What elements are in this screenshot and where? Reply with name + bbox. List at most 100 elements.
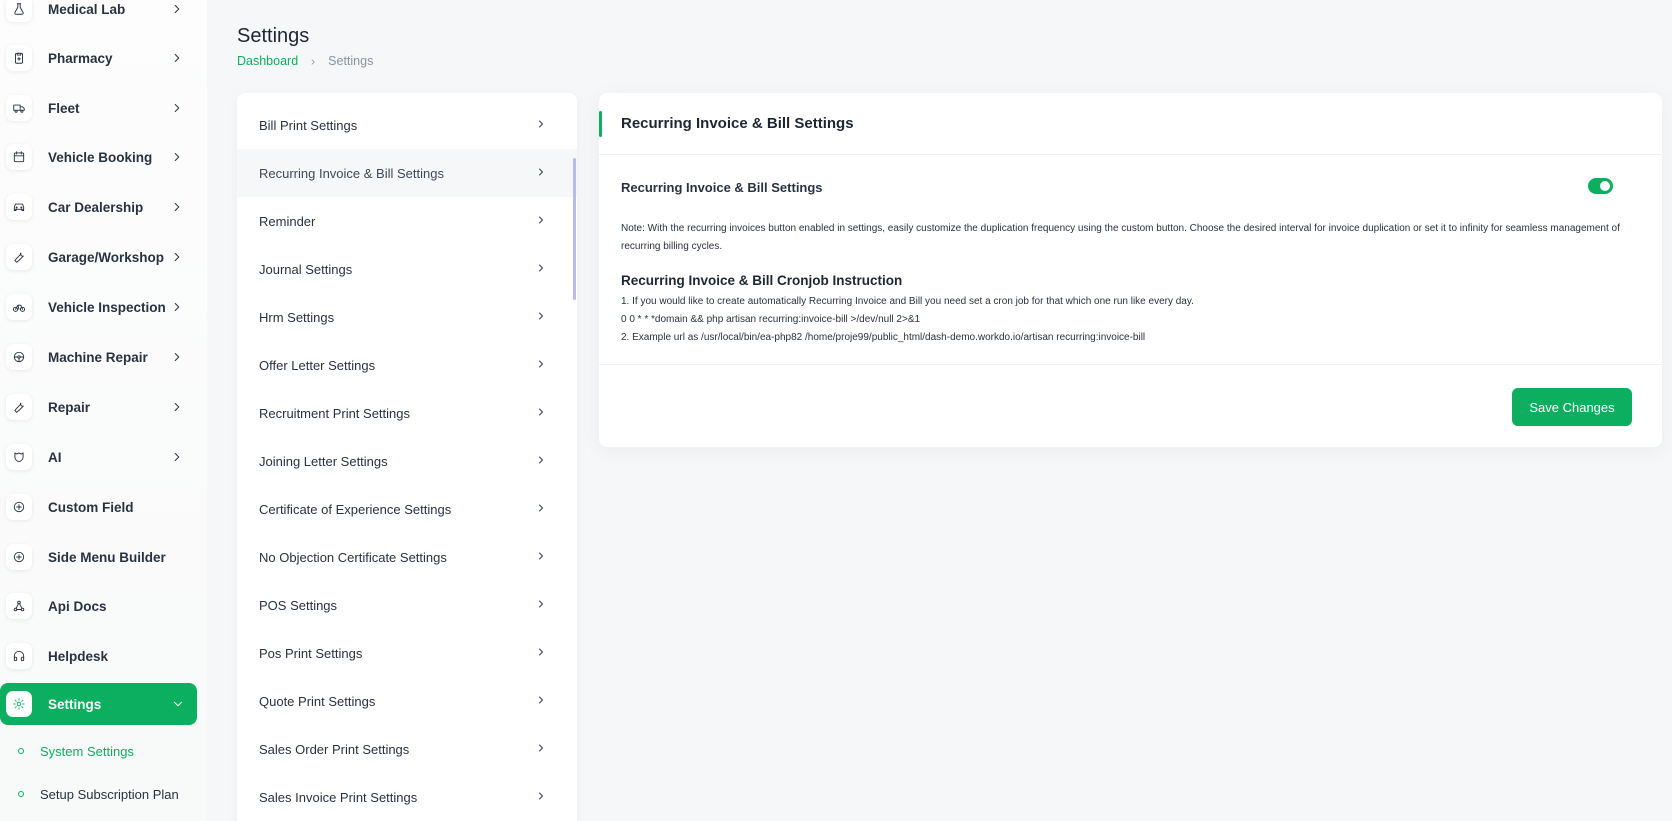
settings-item-journal[interactable]: Journal Settings <box>237 245 577 293</box>
settings-item-sales-invoice-print[interactable]: Sales Invoice Print Settings <box>237 773 577 821</box>
chevron-right-icon <box>535 598 547 613</box>
sidebar-item-side-menu-builder[interactable]: Side Menu Builder <box>6 536 196 578</box>
settings-item-label: POS Settings <box>259 597 338 613</box>
settings-item-certificate-of-experience[interactable]: Certificate of Experience Settings <box>237 485 577 533</box>
sidebar-item-helpdesk[interactable]: Helpdesk <box>6 635 196 677</box>
sidebar-item-medical-lab[interactable]: Medical Lab <box>6 0 196 30</box>
settings-item-label: Quote Print Settings <box>259 693 376 709</box>
settings-item-hrm[interactable]: Hrm Settings <box>237 293 577 341</box>
car-icon <box>6 194 32 220</box>
settings-menu: Bill Print Settings Recurring Invoice & … <box>237 93 577 821</box>
toggle-knob <box>1600 181 1610 191</box>
chevron-right-icon <box>308 56 318 66</box>
clipboard-icon <box>6 45 32 71</box>
recurring-toggle[interactable] <box>1588 178 1613 194</box>
settings-item-label: No Objection Certificate Settings <box>259 549 447 565</box>
settings-item-pos-print[interactable]: Pos Print Settings <box>237 629 577 677</box>
sidebar-item-api-docs[interactable]: Api Docs <box>6 585 196 627</box>
tool-icon <box>6 394 32 420</box>
chevron-down-icon <box>171 697 185 711</box>
sidebar-item-fleet[interactable]: Fleet <box>6 87 196 129</box>
recurring-settings-card: Recurring Invoice & Bill Settings Recurr… <box>599 93 1662 447</box>
chevron-right-icon <box>535 406 547 421</box>
settings-item-offer-letter[interactable]: Offer Letter Settings <box>237 341 577 389</box>
sidebar-item-vehicle-inspection[interactable]: Vehicle Inspection <box>6 286 196 328</box>
plus-circle-icon <box>6 494 32 520</box>
sidebar-subitem-setup-subscription-plan[interactable]: Setup Subscription Plan <box>18 782 179 806</box>
settings-item-quote-print[interactable]: Quote Print Settings <box>237 677 577 725</box>
calendar-icon <box>6 144 32 170</box>
sidebar-item-label: Side Menu Builder <box>48 549 166 565</box>
settings-item-label: Certificate of Experience Settings <box>259 501 452 517</box>
settings-item-label: Offer Letter Settings <box>259 357 376 373</box>
chevron-right-icon <box>170 150 184 164</box>
chevron-right-icon <box>170 350 184 364</box>
chevron-right-icon <box>170 51 184 65</box>
sidebar-item-label: AI <box>48 449 62 465</box>
chevron-right-icon <box>535 550 547 565</box>
settings-item-recruitment-print[interactable]: Recruitment Print Settings <box>237 389 577 437</box>
settings-item-joining-letter[interactable]: Joining Letter Settings <box>237 437 577 485</box>
cronjob-command: 0 0 * * *domain && php artisan recurring… <box>621 314 921 325</box>
settings-item-reminder[interactable]: Reminder <box>237 197 577 245</box>
settings-item-label: Joining Letter Settings <box>259 453 388 469</box>
card-accent-bar <box>599 111 602 137</box>
sidebar-item-label: Repair <box>48 399 91 415</box>
settings-item-label: Recurring Invoice & Bill Settings <box>259 165 444 181</box>
save-changes-button[interactable]: Save Changes <box>1512 388 1632 426</box>
gear-icon <box>6 691 32 717</box>
sidebar-item-garage-workshop[interactable]: Garage/Workshop <box>6 236 196 278</box>
breadcrumb-dashboard-link[interactable]: Dashboard <box>237 54 298 68</box>
recurring-note: Note: With the recurring invoices button… <box>621 223 1620 252</box>
sidebar-item-label: Fleet <box>48 100 80 116</box>
settings-item-label: Pos Print Settings <box>259 645 363 661</box>
settings-item-label: Hrm Settings <box>259 309 335 325</box>
flask-icon <box>6 0 32 22</box>
sidebar-subitem-label: Setup Subscription Plan <box>40 786 179 802</box>
settings-item-pos[interactable]: POS Settings <box>237 581 577 629</box>
sidebar-item-repair[interactable]: Repair <box>6 386 196 428</box>
sidebar-subitem-label: System Settings <box>40 743 134 759</box>
sidebar-item-ai[interactable]: AI <box>6 436 196 478</box>
chevron-right-icon <box>535 166 547 181</box>
bicycle-icon <box>6 294 32 320</box>
sidebar-item-vehicle-booking[interactable]: Vehicle Booking <box>6 136 196 178</box>
settings-item-bill-print[interactable]: Bill Print Settings <box>237 101 577 149</box>
chevron-right-icon <box>535 646 547 661</box>
sidebar: Medical Lab Pharmacy Fleet Vehicle Booki… <box>0 0 207 821</box>
chevron-right-icon <box>535 502 547 517</box>
page-title: Settings <box>237 25 310 47</box>
settings-item-label: Sales Order Print Settings <box>259 741 410 757</box>
chevron-right-icon <box>170 250 184 264</box>
chevron-right-icon <box>535 742 547 757</box>
recurring-toggle-label: Recurring Invoice & Bill Settings <box>621 180 823 195</box>
sidebar-item-machine-repair[interactable]: Machine Repair <box>6 336 196 378</box>
sidebar-item-label: Car Dealership <box>48 199 144 215</box>
chevron-right-icon <box>535 214 547 229</box>
settings-item-sales-order-print[interactable]: Sales Order Print Settings <box>237 725 577 773</box>
sidebar-item-car-dealership[interactable]: Car Dealership <box>6 186 196 228</box>
network-icon <box>6 593 32 619</box>
sidebar-item-label: Custom Field <box>48 499 134 515</box>
cronjob-example: 2. Example url as /usr/local/bin/ea-php8… <box>621 332 1146 343</box>
bullet-icon <box>18 748 24 754</box>
cronjob-line: 1. If you would like to create automatic… <box>621 296 1194 307</box>
chevron-right-icon <box>170 300 184 314</box>
settings-item-recurring-invoice-bill[interactable]: Recurring Invoice & Bill Settings <box>237 149 577 197</box>
settings-item-no-objection-certificate[interactable]: No Objection Certificate Settings <box>237 533 577 581</box>
breadcrumb: Dashboard Settings <box>237 54 373 68</box>
chevron-right-icon <box>535 454 547 469</box>
breadcrumb-current: Settings <box>328 54 374 68</box>
sidebar-item-settings[interactable]: Settings <box>0 683 197 725</box>
sidebar-item-custom-field[interactable]: Custom Field <box>6 486 196 528</box>
chevron-right-icon <box>535 262 547 277</box>
sidebar-item-pharmacy[interactable]: Pharmacy <box>6 37 196 79</box>
brain-icon <box>6 444 32 470</box>
settings-menu-scrollbar[interactable] <box>573 158 576 300</box>
plus-circle-icon <box>6 544 32 570</box>
chevron-right-icon <box>170 450 184 464</box>
card-header: Recurring Invoice & Bill Settings <box>599 93 1662 155</box>
sidebar-subitem-system-settings[interactable]: System Settings <box>18 739 134 763</box>
chevron-right-icon <box>535 310 547 325</box>
card-divider <box>599 364 1662 365</box>
